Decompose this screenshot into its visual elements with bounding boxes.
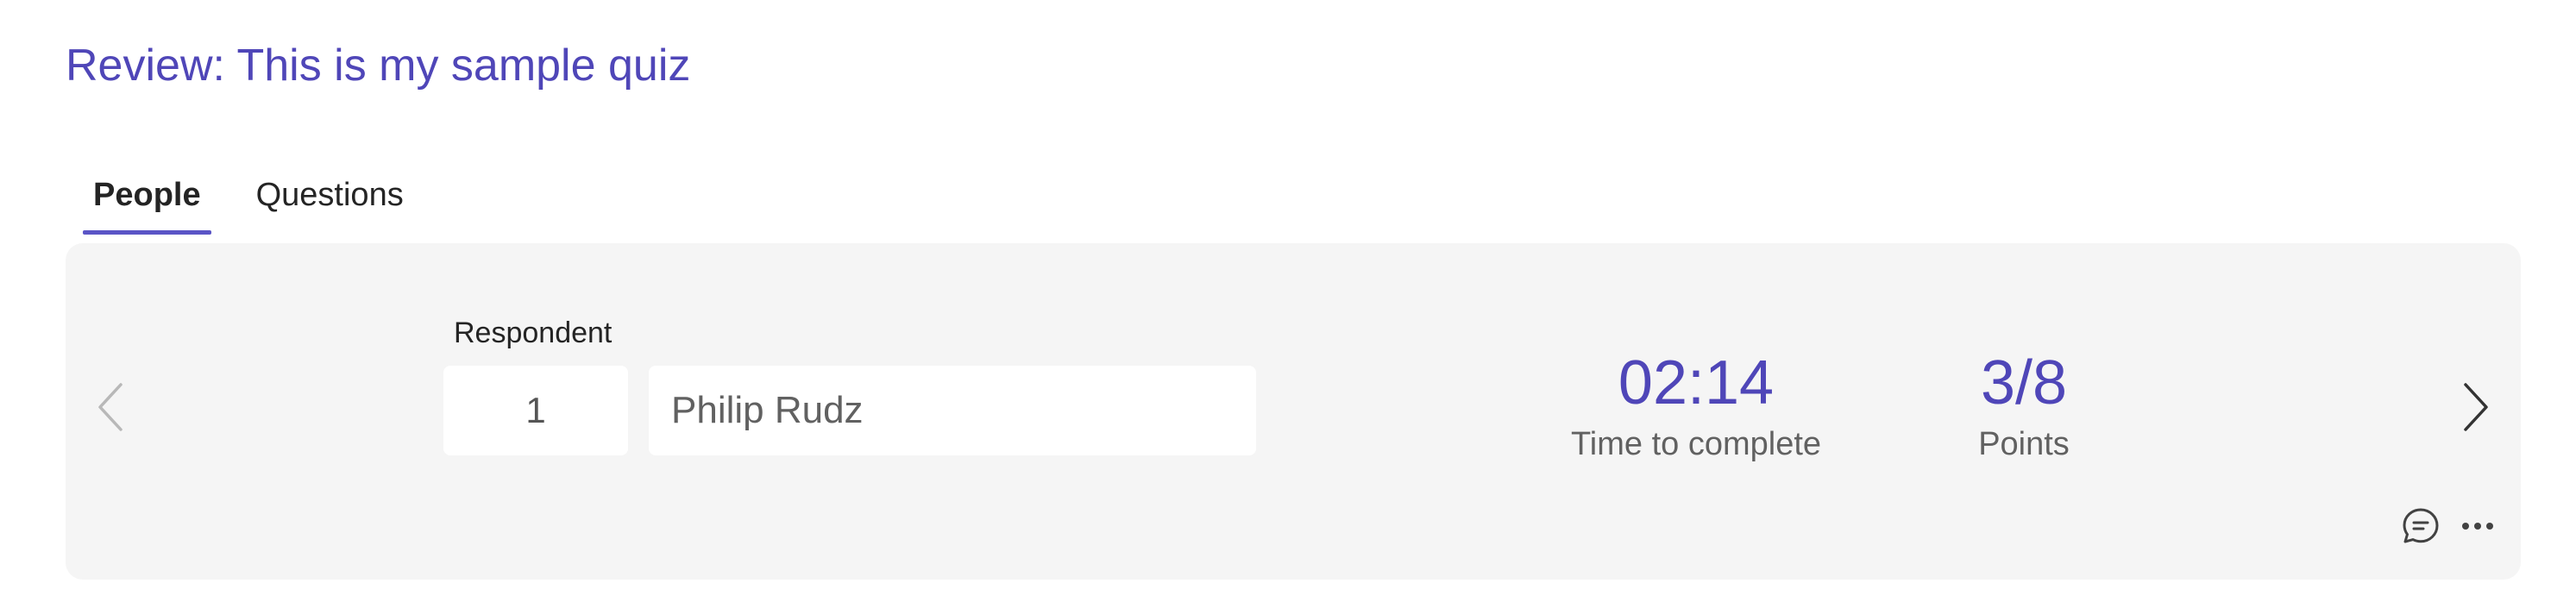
chevron-right-icon xyxy=(2464,383,2488,431)
tab-bar: People Questions xyxy=(83,164,449,241)
respondent-number-input[interactable]: 1 xyxy=(443,366,628,455)
time-label: Time to complete xyxy=(1570,426,1822,462)
more-icon xyxy=(2462,523,2493,530)
comment-icon xyxy=(2403,508,2439,543)
points-stat: 3/8 Points xyxy=(1929,347,2119,466)
time-to-complete-stat: 02:14 Time to complete xyxy=(1541,347,1851,466)
respondent-card: Respondent 1 Philip Rudz 02:14 Time to c… xyxy=(66,243,2521,580)
points-value: 3/8 xyxy=(1980,348,2068,417)
more-options-button[interactable] xyxy=(2453,502,2502,550)
next-respondent-button[interactable] xyxy=(2450,373,2502,442)
page-title: Review: This is my sample quiz xyxy=(66,41,691,91)
chevron-left-icon xyxy=(98,383,123,431)
time-value: 02:14 xyxy=(1618,348,1775,417)
comment-button[interactable] xyxy=(2397,502,2445,550)
previous-respondent-button[interactable] xyxy=(85,373,136,442)
tab-people[interactable]: People xyxy=(83,164,211,235)
respondent-name-dropdown[interactable]: Philip Rudz xyxy=(649,366,1256,455)
respondent-label: Respondent xyxy=(454,317,613,349)
points-label: Points xyxy=(1978,426,2070,462)
tab-questions[interactable]: Questions xyxy=(246,164,414,235)
